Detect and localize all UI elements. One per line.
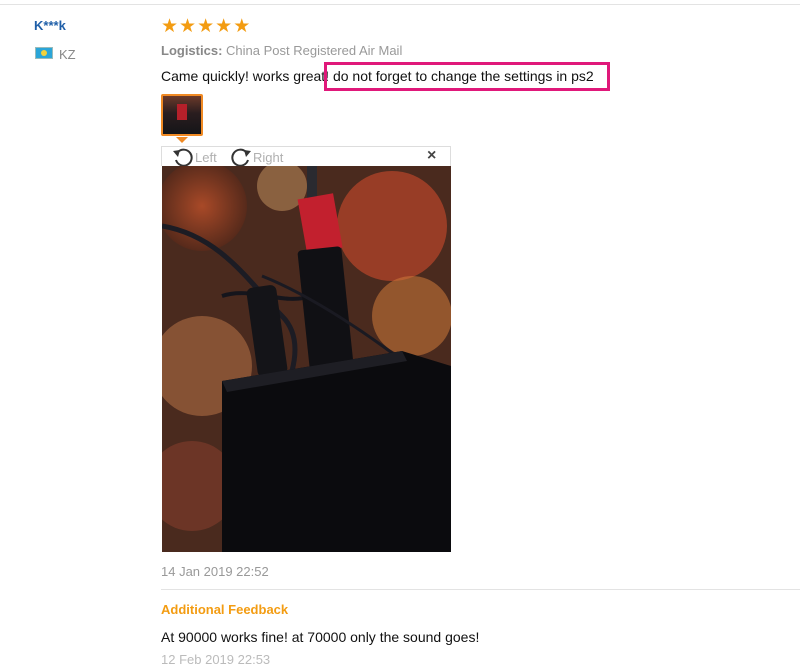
reviewer-country: KZ xyxy=(59,47,76,62)
star-icon: ★ xyxy=(197,16,215,37)
rotate-right-icon xyxy=(231,148,251,167)
rotate-left-icon xyxy=(173,148,193,167)
star-rating: ★ ★ ★ ★ ★ xyxy=(161,17,250,36)
rotate-right-button[interactable]: Right xyxy=(230,147,283,167)
top-divider xyxy=(0,4,800,5)
annotation-highlight-box xyxy=(324,62,610,91)
review-date: 14 Jan 2019 22:52 xyxy=(161,564,269,579)
review-photo-image xyxy=(162,166,451,552)
rotate-left-label: Left xyxy=(195,149,217,165)
star-icon: ★ xyxy=(215,16,233,37)
logistics-line: Logistics: China Post Registered Air Mai… xyxy=(161,43,402,58)
close-viewer-button[interactable]: × xyxy=(427,147,436,165)
review-photo-thumbnail[interactable] xyxy=(161,94,203,136)
rotate-left-button[interactable]: Left xyxy=(172,147,217,167)
review-photo xyxy=(162,166,451,552)
logistics-value: China Post Registered Air Mail xyxy=(226,43,403,58)
star-icon: ★ xyxy=(179,16,197,37)
star-icon: ★ xyxy=(233,16,251,37)
additional-feedback-date: 12 Feb 2019 22:53 xyxy=(161,652,271,667)
additional-feedback-text: At 90000 works fine! at 70000 only the s… xyxy=(161,629,480,645)
rotate-right-label: Right xyxy=(253,149,284,165)
section-divider xyxy=(161,589,800,590)
logistics-label: Logistics: xyxy=(161,43,223,58)
kazakhstan-flag-icon xyxy=(35,47,53,59)
thumbnail-pointer xyxy=(176,137,188,143)
star-icon: ★ xyxy=(161,16,179,37)
reviewer-name[interactable]: K***k xyxy=(34,18,66,33)
additional-feedback-title: Additional Feedback xyxy=(161,602,289,617)
